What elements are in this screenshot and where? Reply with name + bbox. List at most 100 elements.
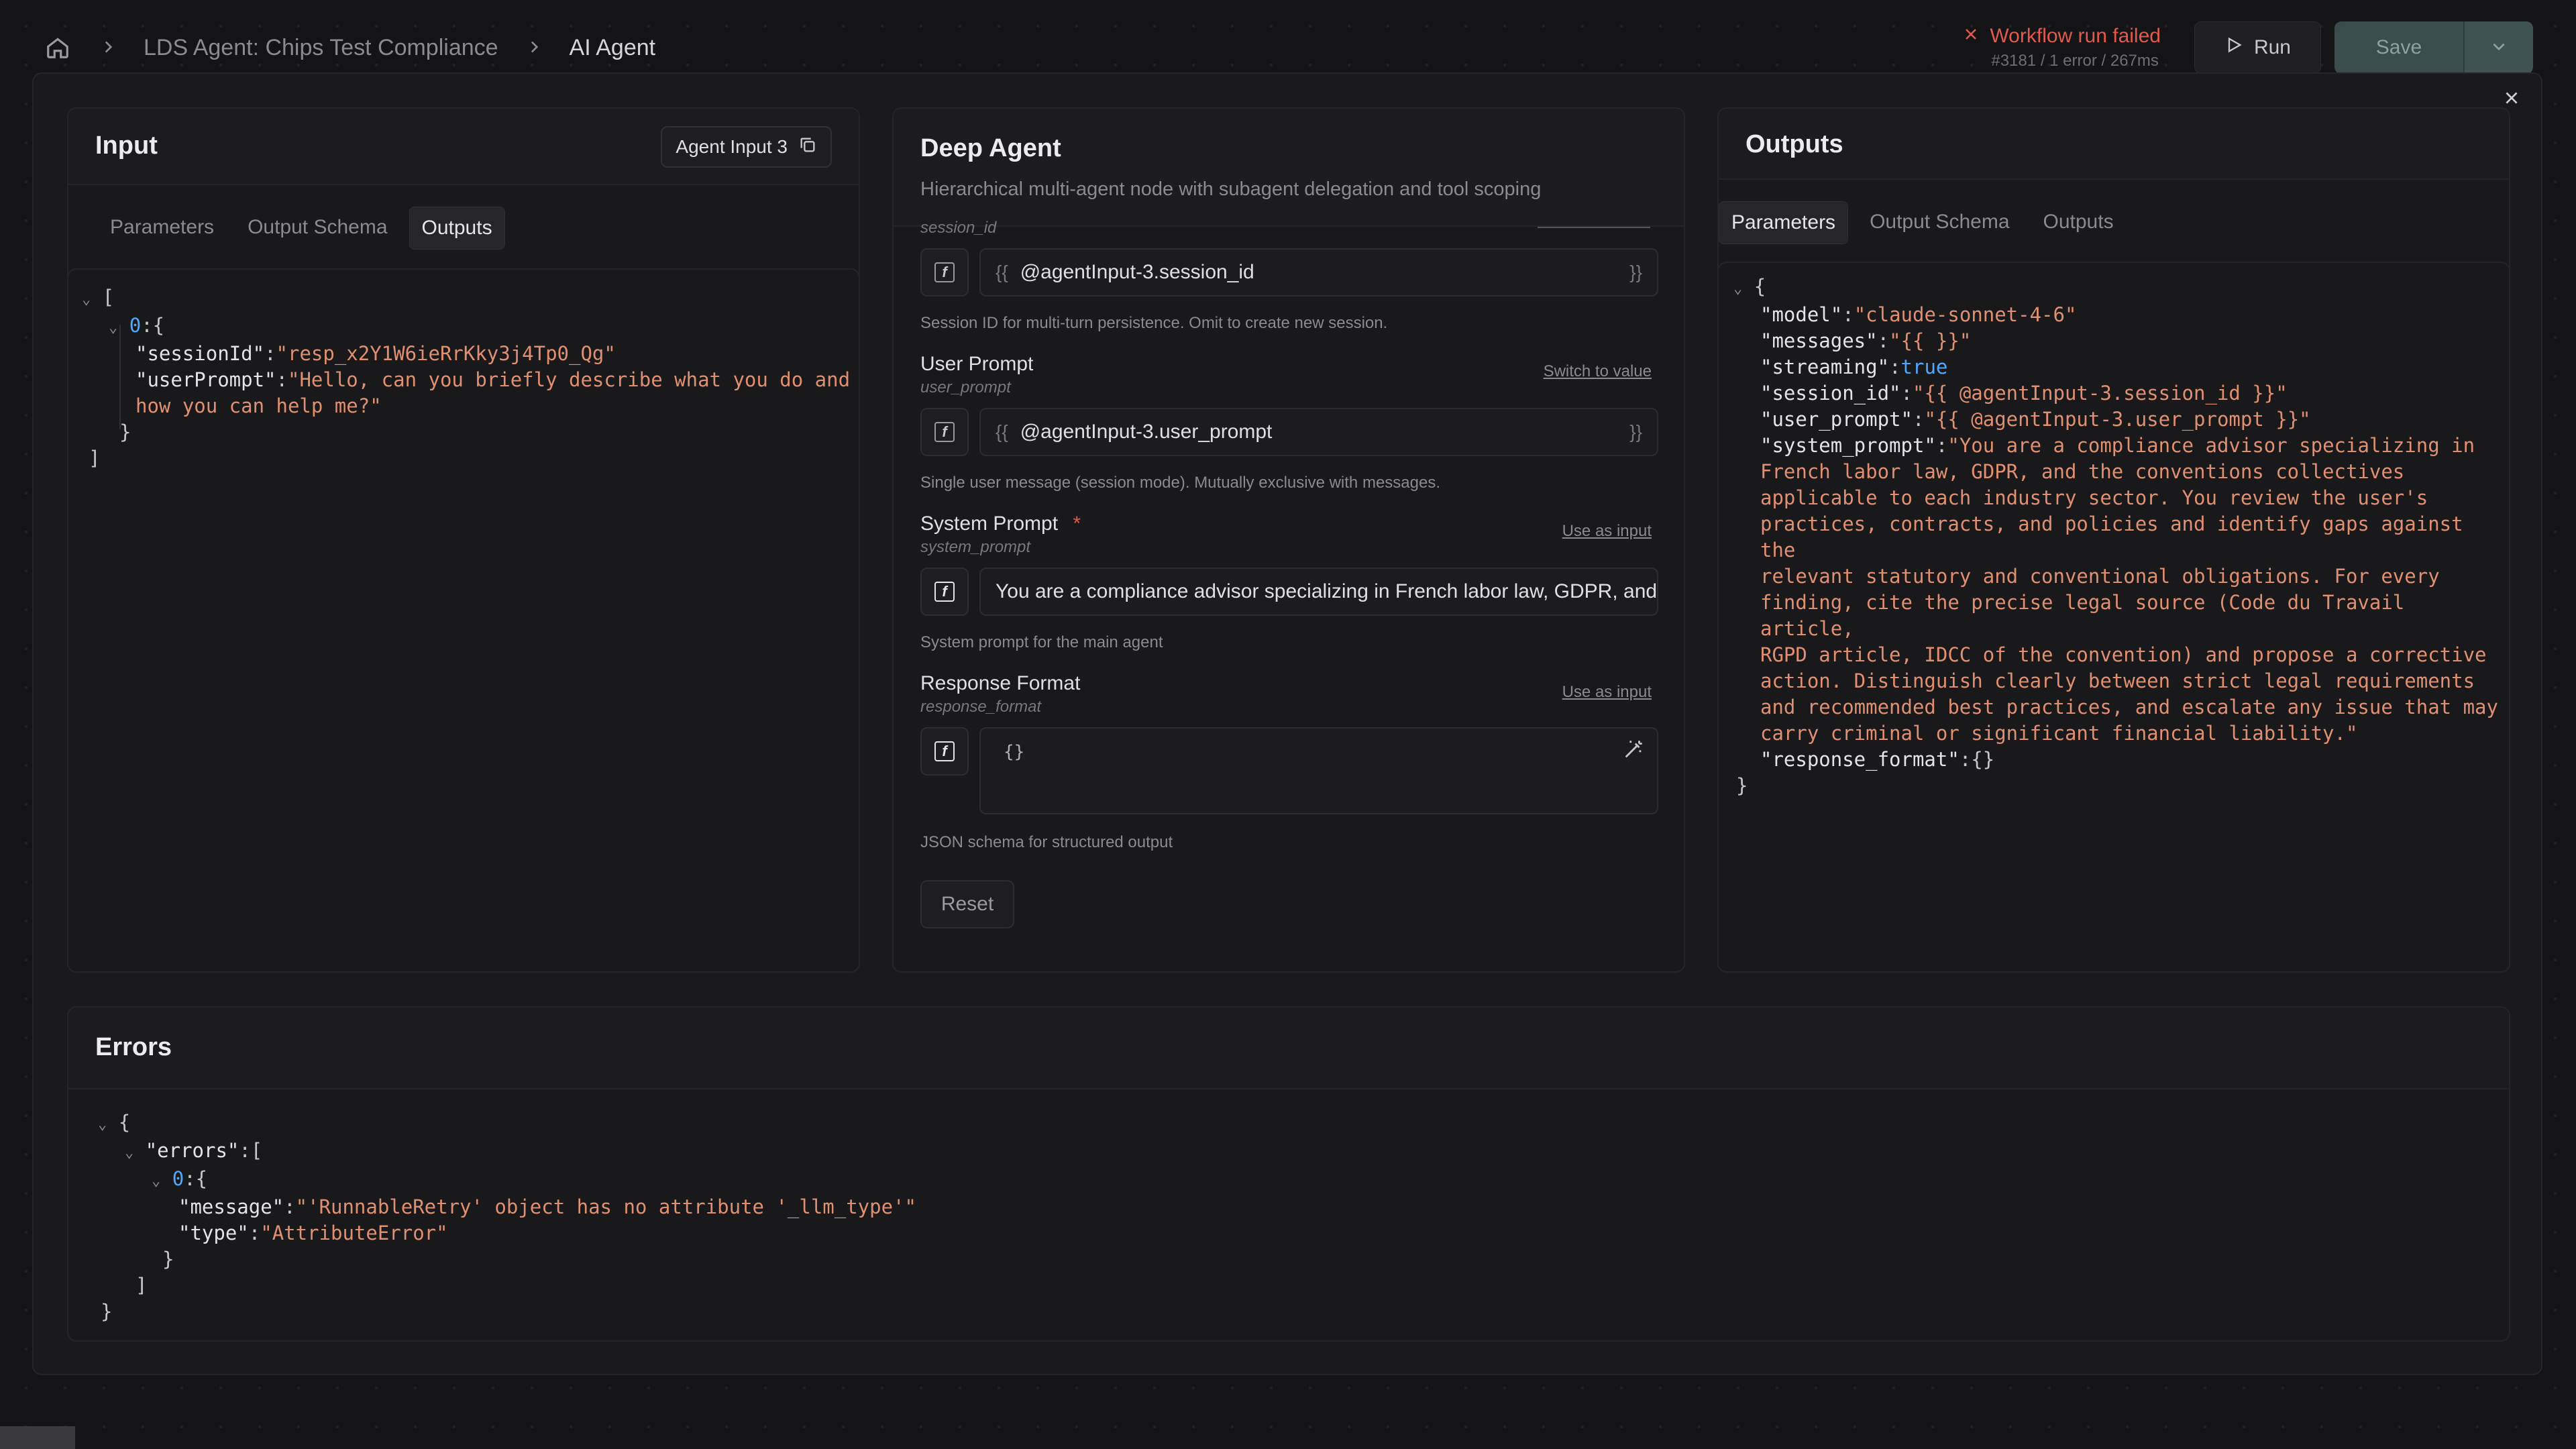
user-prompt-input[interactable]: {{ @agentInput-3.user_prompt }}	[979, 408, 1658, 456]
system-prompt-use-as-input-link[interactable]: Use as input	[1562, 522, 1652, 541]
session-id-help: Session ID for multi-turn persistence. O…	[920, 314, 1388, 332]
user-prompt-help: Single user message (session mode). Mutu…	[920, 474, 1440, 492]
save-button[interactable]: Save	[2334, 21, 2463, 74]
user-prompt-mode-toggle[interactable]: f	[920, 408, 969, 456]
run-status[interactable]: Workflow run failed #3181 / 1 error / 26…	[1963, 25, 2161, 70]
collapse-caret-icon[interactable]: ⌄	[1733, 280, 1742, 297]
outputs-panel-title: Outputs	[1746, 130, 1843, 158]
required-marker: *	[1073, 513, 1081, 535]
deep-agent-panel: Deep Agent Hierarchical multi-agent node…	[892, 107, 1685, 973]
json-system-prompt-line: "You are a compliance advisor specializi…	[1947, 434, 2475, 457]
json-response-format: {}	[1971, 748, 1995, 771]
agent-input-select[interactable]: Agent Input 3	[661, 126, 832, 168]
json-user-prompt-cont: how you can help me?"	[136, 394, 382, 417]
errors-panel: Errors ⌄ { ⌄ "errors":[ ⌄ 0:{ "message":…	[67, 1006, 2510, 1342]
errors-json-viewer: ⌄ { ⌄ "errors":[ ⌄ 0:{ "message":"'Runna…	[98, 1111, 916, 1323]
brace-open: {{	[996, 421, 1008, 442]
response-format-mode-toggle[interactable]: f	[920, 727, 969, 775]
play-icon	[2224, 36, 2243, 60]
json-system-prompt-line: action. Distinguish clearly between stri…	[1760, 669, 2475, 692]
function-icon: f	[934, 741, 955, 761]
breadcrumb-node: AI Agent	[569, 34, 656, 60]
close-icon	[2503, 89, 2520, 110]
response-format-editor[interactable]: {}	[979, 727, 1658, 814]
tab-parameters[interactable]: Parameters	[1719, 201, 1849, 244]
json-session-id: "resp_x2Y1W6ieRrKky3j4Tp0_Qg"	[276, 342, 616, 365]
system-prompt-input[interactable]: You are a compliance advisor specializin…	[979, 568, 1658, 616]
close-icon	[1963, 25, 1979, 48]
run-button[interactable]: Run	[2194, 21, 2321, 74]
chevron-right-icon	[525, 34, 543, 62]
outputs-panel-header: Outputs	[1719, 109, 2509, 180]
chevron-right-icon	[99, 34, 117, 62]
breadcrumb-workflow[interactable]: LDS Agent: Chips Test Compliance	[144, 35, 498, 61]
response-format-use-as-input-link[interactable]: Use as input	[1562, 683, 1652, 702]
json-user-prompt: "{{ @agentInput-3.user_prompt }}"	[1924, 408, 2311, 431]
function-icon: f	[934, 582, 955, 602]
session-id-sub: session_id	[920, 219, 997, 237]
collapse-caret-icon[interactable]: ⌄	[152, 1173, 160, 1189]
tab-outputs[interactable]: Outputs	[2031, 201, 2126, 244]
outputs-json-viewer: ⌄ { "model":"claude-sonnet-4-6" "message…	[1717, 262, 2510, 973]
system-prompt-label: System Prompt	[920, 513, 1059, 535]
response-format-label: Response Format	[920, 672, 1081, 694]
json-model: "claude-sonnet-4-6"	[1854, 303, 2077, 326]
reset-button[interactable]: Reset	[920, 880, 1014, 928]
deep-agent-title: Deep Agent	[920, 134, 1061, 162]
json-session-id: "{{ @agentInput-3.session_id }}"	[1912, 382, 2288, 405]
collapse-caret-icon[interactable]: ⌄	[109, 319, 117, 336]
brace-open: {{	[996, 262, 1008, 282]
tab-output-schema[interactable]: Output Schema	[235, 207, 399, 250]
error-message: "'RunnableRetry' object has no attribute…	[295, 1195, 916, 1218]
collapse-caret-icon[interactable]: ⌄	[125, 1144, 133, 1161]
session-id-input[interactable]: {{ @agentInput-3.session_id }}	[979, 248, 1658, 297]
magic-wand-icon[interactable]	[1622, 738, 1645, 764]
json-system-prompt-line: practices, contracts, and policies and i…	[1760, 513, 2463, 561]
error-type: "AttributeError"	[260, 1222, 448, 1244]
copy-icon[interactable]	[798, 136, 817, 159]
json-system-prompt-line: finding, cite the precise legal source (…	[1760, 591, 2405, 640]
function-icon: f	[934, 262, 955, 282]
function-icon: f	[934, 422, 955, 442]
json-streaming: true	[1900, 356, 1948, 378]
save-button-group: Save	[2334, 21, 2533, 74]
system-prompt-help: System prompt for the main agent	[920, 633, 1163, 651]
errors-panel-header: Errors	[68, 1008, 2509, 1089]
errors-panel-title: Errors	[95, 1033, 172, 1061]
input-panel-title: Input	[95, 131, 158, 160]
system-prompt-mode-toggle[interactable]: f	[920, 568, 969, 616]
json-messages: "{{ }}"	[1889, 329, 1972, 352]
system-prompt-value: You are a compliance advisor specializin…	[996, 580, 1658, 602]
session-id-mode-toggle[interactable]: f	[920, 248, 969, 297]
system-prompt-sub: system_prompt	[920, 538, 1031, 556]
user-prompt-label: User Prompt	[920, 353, 1034, 375]
agent-input-label: Agent Input 3	[676, 136, 788, 157]
deep-agent-subtitle: Hierarchical multi-agent node with subag…	[920, 178, 1542, 200]
run-status-detail: #3181 / 1 error / 267ms	[1991, 52, 2159, 70]
outputs-panel-tabs: Parameters Output Schema Outputs	[1719, 201, 2126, 244]
session-id-value: @agentInput-3.session_id	[1020, 261, 1254, 283]
tab-outputs[interactable]: Outputs	[409, 207, 505, 250]
response-format-value: {}	[1004, 742, 1025, 762]
json-system-prompt-line: carry criminal or significant financial …	[1760, 722, 2358, 745]
horizontal-scrollbar[interactable]	[0, 1426, 75, 1449]
deep-agent-header: Deep Agent Hierarchical multi-agent node…	[894, 109, 1684, 227]
json-system-prompt-line: RGPD article, IDCC of the convention) an…	[1760, 643, 2487, 666]
system-prompt-label-row: System Prompt *	[920, 513, 1081, 535]
collapse-caret-icon[interactable]: ⌄	[82, 291, 91, 308]
tab-parameters[interactable]: Parameters	[98, 207, 226, 250]
save-options-button[interactable]	[2463, 21, 2533, 74]
breadcrumb: LDS Agent: Chips Test Compliance AI Agen…	[43, 33, 655, 62]
collapse-caret-icon[interactable]: ⌄	[98, 1116, 107, 1133]
run-button-label: Run	[2253, 36, 2291, 58]
user-prompt-sub: user_prompt	[920, 378, 1011, 396]
json-system-prompt-line: French labor law, GDPR, and the conventi…	[1760, 460, 2405, 483]
tab-output-schema[interactable]: Output Schema	[1858, 201, 2021, 244]
json-system-prompt-line: applicable to each industry sector. You …	[1760, 486, 2428, 509]
switch-to-value-link[interactable]: Switch to value	[1544, 362, 1652, 381]
json-user-prompt: "Hello, can you briefly describe what yo…	[287, 368, 851, 391]
home-icon[interactable]	[43, 33, 72, 62]
run-status-title: Workflow run failed	[1990, 25, 2161, 47]
input-json-viewer: ⌄ [ ⌄ 0:{ "sessionId":"resp_x2Y1W6ieRrKk…	[67, 268, 860, 973]
input-panel-tabs: Parameters Output Schema Outputs	[98, 207, 505, 250]
